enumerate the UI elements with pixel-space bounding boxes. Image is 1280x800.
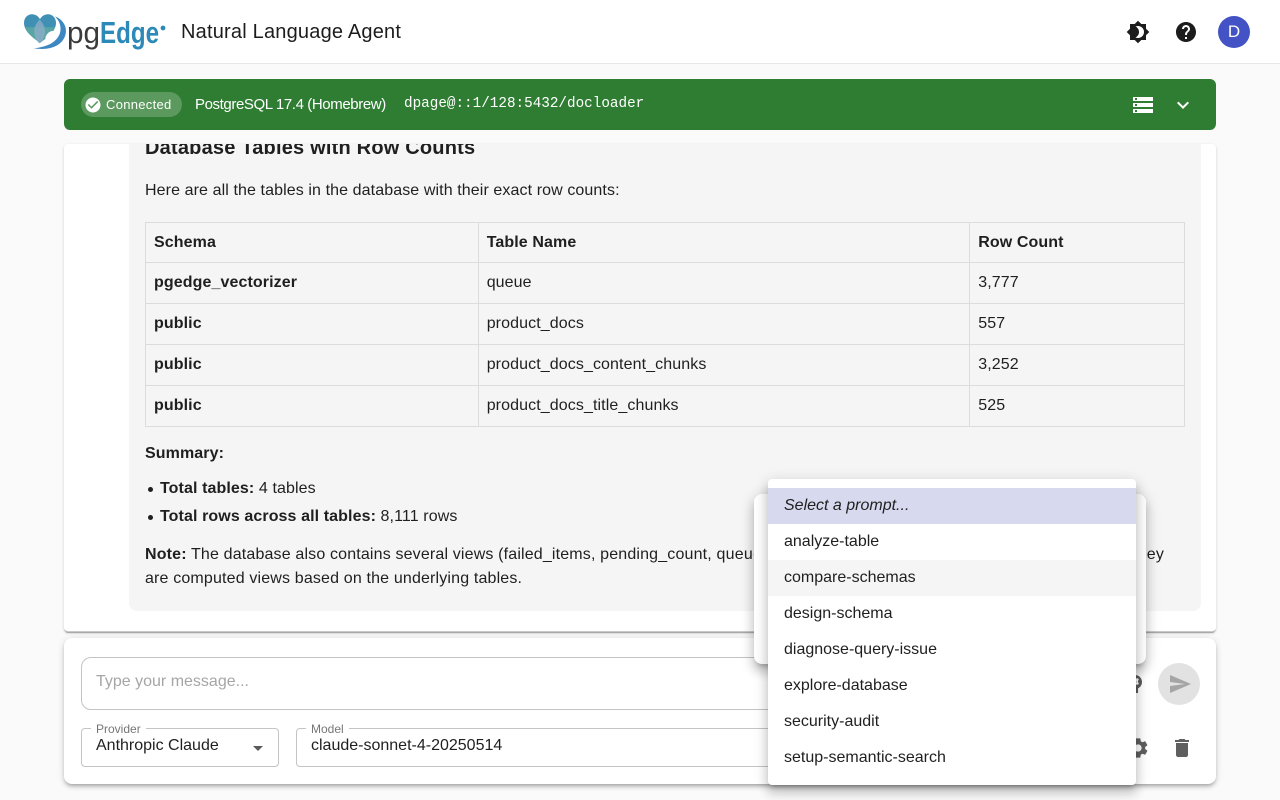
svg-text:pg: pg xyxy=(67,15,100,50)
svg-text:Edge: Edge xyxy=(100,15,159,50)
